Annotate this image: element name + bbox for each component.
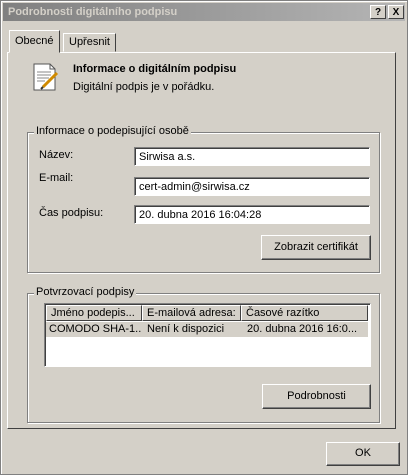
dialog-window: Podrobnosti digitálního podpisu ? X Obec… (0, 0, 408, 475)
cell-timestamp: 20. dubna 2016 16:0... (247, 323, 358, 335)
ok-button[interactable]: OK (326, 442, 400, 466)
tab-advanced[interactable]: Upřesnit (63, 33, 116, 52)
tab-general[interactable]: Obecné (9, 30, 60, 53)
signing-time-label: Čas podpisu: (39, 207, 104, 219)
name-label: Název: (39, 149, 74, 161)
view-certificate-button[interactable]: Zobrazit certifikát (261, 235, 371, 260)
column-header-email[interactable]: E-mailová adresa: (142, 305, 241, 321)
signature-status-text: Digitální podpis je v pořádku. (73, 81, 215, 93)
email-label: E-mail: (39, 172, 74, 184)
column-header-signer-name[interactable]: Jméno podepis... (46, 305, 142, 321)
column-header-timestamp[interactable]: Časové razítko (241, 305, 368, 321)
cell-email: Není k dispozici (147, 323, 225, 335)
countersignatures-legend: Potvrzovací podpisy (34, 286, 137, 298)
signer-info-legend: Informace o podepisující osobě (34, 125, 191, 137)
countersignatures-list[interactable]: Jméno podepis... E-mailová adresa: Časov… (44, 303, 371, 367)
window-title: Podrobnosti digitálního podpisu (8, 6, 178, 18)
title-bar[interactable]: Podrobnosti digitálního podpisu ? X (3, 3, 405, 21)
signed-document-icon (33, 63, 59, 91)
signing-time-field[interactable]: 20. dubna 2016 16:04:28 (134, 205, 370, 224)
help-button[interactable]: ? (370, 5, 386, 19)
cell-signer-name: COMODO SHA-1... (49, 323, 141, 335)
email-field[interactable]: cert-admin@sirwisa.cz (134, 177, 370, 196)
details-button[interactable]: Podrobnosti (262, 384, 371, 409)
signature-info-title: Informace o digitálním podpisu (73, 63, 237, 75)
table-row[interactable]: COMODO SHA-1... Není k dispozici 20. dub… (46, 322, 368, 337)
close-button[interactable]: X (388, 5, 404, 19)
name-field[interactable]: Sirwisa a.s. (134, 147, 370, 166)
